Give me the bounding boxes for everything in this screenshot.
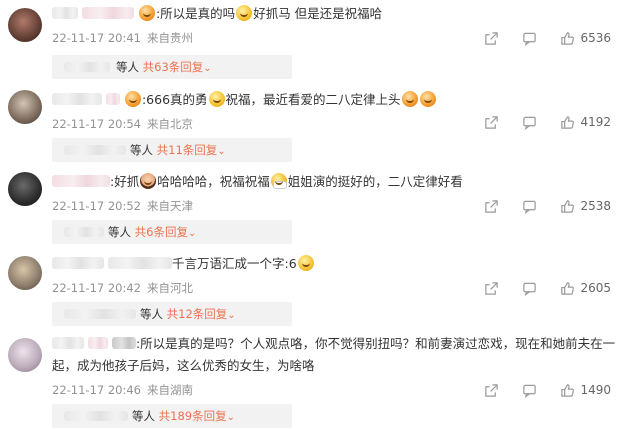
surprised-emoji-icon — [236, 5, 253, 21]
comment-text: :666真的勇 祝福，最近看爱的二八定律上头 — [52, 90, 611, 110]
share-icon[interactable] — [483, 382, 499, 398]
username-blurred[interactable] — [52, 257, 104, 269]
thumbs-up-icon[interactable] — [559, 280, 575, 296]
thumbs-up-icon[interactable] — [559, 114, 575, 130]
replies-bar: 等人 共63条回复⌄ — [52, 55, 292, 79]
username-blurred[interactable] — [52, 7, 78, 19]
comment-item: :666真的勇 祝福，最近看爱的二八定律上头 22-11-17 20:54 来自北京… — [0, 86, 625, 168]
username-blurred[interactable] — [52, 93, 102, 105]
thumbs-up-icon[interactable] — [559, 30, 575, 46]
comment-actions: 2538 — [461, 196, 611, 216]
smile-emoji-icon — [208, 91, 225, 107]
comment-text: :所以是真的吗 好抓马 但是还是祝福哈 — [52, 4, 611, 24]
comment-item: :好抓 哈哈哈哈，祝福祝福 姐姐演的挺好的，二八定律好看 22-11-17 20:5… — [0, 168, 625, 248]
comment-text-continued: 起，成为他孩子后妈，这么优秀的女生，为啥咯 — [52, 358, 315, 373]
view-replies-link[interactable]: 共6条回复⌄ — [135, 225, 198, 239]
username-blurred[interactable] — [52, 337, 84, 349]
comment-item: :所以是真的吗 好抓马 但是还是祝福哈 22-11-17 20:41 来自贵州 65… — [0, 0, 625, 86]
comment-text: 千言万语汇成一个字:6 — [52, 254, 611, 274]
username-blurred[interactable] — [52, 175, 110, 187]
comment-actions: 6536 — [461, 28, 611, 48]
avatar[interactable] — [8, 256, 42, 290]
like-count: 2538 — [580, 199, 611, 213]
chevron-down-icon: ⌄ — [226, 412, 235, 423]
comment-icon[interactable] — [521, 30, 537, 46]
comment-icon[interactable] — [521, 198, 537, 214]
view-replies-link[interactable]: 共63条回复⌄ — [143, 60, 214, 74]
emoji-icon — [138, 5, 155, 21]
blush-emoji-icon — [401, 91, 418, 107]
chevron-down-icon: ⌄ — [227, 310, 236, 321]
share-icon[interactable] — [483, 198, 499, 214]
replies-bar: 等人 共12条回复⌄ — [52, 302, 292, 326]
location: 来自天津 — [147, 199, 193, 213]
view-replies-link[interactable]: 共11条回复⌄ — [157, 143, 228, 157]
timestamp: 22-11-17 20:52 — [52, 199, 141, 213]
comment-icon[interactable] — [521, 382, 537, 398]
comment-actions: 4192 — [461, 112, 611, 132]
comment-item: :所以是真的是吗？个人观点咯，你不觉得别扭吗？和前妻演过恋戏，现在和她前夫在一 … — [0, 328, 625, 430]
comment-item: 千言万语汇成一个字:6 22-11-17 20:42 来自河北 2605 等人 共… — [0, 248, 625, 328]
replies-bar: 等人 共6条回复⌄ — [52, 220, 292, 244]
timestamp: 22-11-17 20:41 — [52, 31, 141, 45]
girl-emoji-icon — [140, 173, 157, 189]
chevron-down-icon: ⌄ — [217, 146, 226, 157]
comment-icon[interactable] — [521, 114, 537, 130]
view-replies-link[interactable]: 共12条回复⌄ — [167, 307, 238, 321]
replies-bar: 等人 共189条回复⌄ — [52, 404, 292, 428]
location: 来自北京 — [147, 117, 193, 131]
comment-actions: 1490 — [461, 380, 611, 400]
timestamp: 22-11-17 20:46 — [52, 383, 141, 397]
like-count: 2605 — [580, 281, 611, 295]
location: 来自湖南 — [147, 383, 193, 397]
thumbs-up-icon[interactable] — [559, 198, 575, 214]
avatar[interactable] — [8, 338, 42, 372]
comment-text: :所以是真的是吗？个人观点咯，你不觉得别扭吗？和前妻演过恋戏，现在和她前夫在一 — [52, 334, 615, 354]
like-count: 4192 — [580, 115, 611, 129]
chevron-down-icon: ⌄ — [203, 63, 212, 74]
location: 来自河北 — [147, 281, 193, 295]
avatar[interactable] — [8, 8, 42, 42]
avatar[interactable] — [8, 172, 42, 206]
location: 来自贵州 — [147, 31, 193, 45]
comment-actions: 2605 — [461, 278, 611, 298]
smile-emoji-icon — [297, 255, 314, 271]
timestamp: 22-11-17 20:42 — [52, 281, 141, 295]
comment-text: :好抓 哈哈哈哈，祝福祝福 姐姐演的挺好的，二八定律好看 — [52, 172, 611, 192]
avatar[interactable] — [8, 90, 42, 124]
timestamp: 22-11-17 20:54 — [52, 117, 141, 131]
emoji-icon — [124, 91, 141, 107]
comment-icon[interactable] — [521, 280, 537, 296]
share-icon[interactable] — [483, 30, 499, 46]
like-count: 6536 — [580, 31, 611, 45]
share-icon[interactable] — [483, 114, 499, 130]
chevron-down-icon: ⌄ — [187, 228, 197, 239]
blush-emoji-icon — [419, 91, 436, 107]
mask-emoji-icon — [270, 173, 287, 189]
thumbs-up-icon[interactable] — [559, 382, 575, 398]
like-count: 1490 — [580, 383, 611, 397]
replies-bar: 等人 共11条回复⌄ — [52, 138, 292, 162]
share-icon[interactable] — [483, 280, 499, 296]
view-replies-link[interactable]: 共189条回复⌄ — [159, 409, 237, 423]
